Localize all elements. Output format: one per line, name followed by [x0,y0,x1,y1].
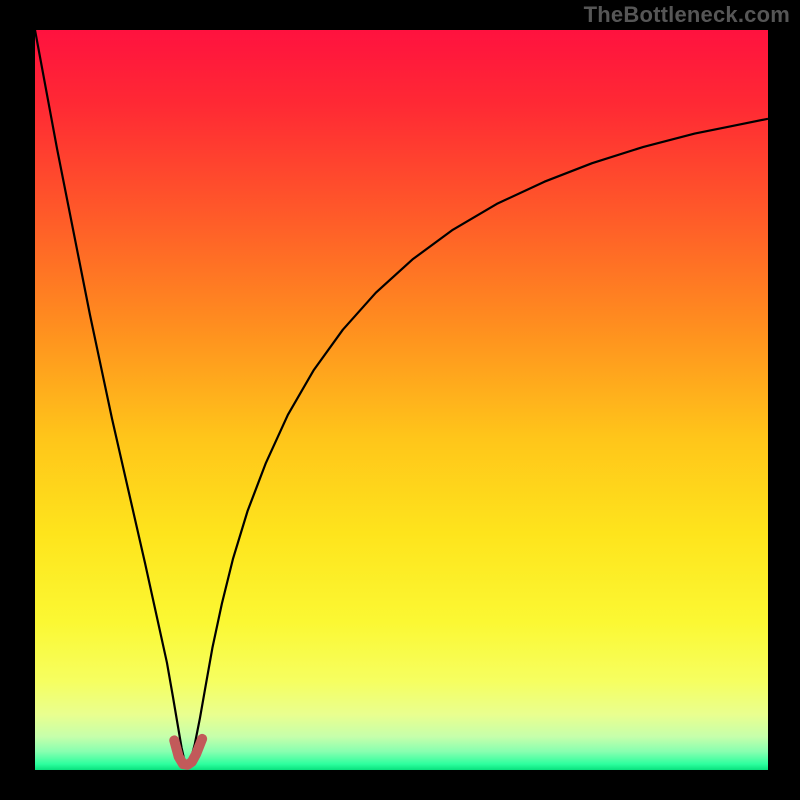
gradient-background [35,30,768,770]
attribution-text: TheBottleneck.com [584,2,790,28]
chart-svg [35,30,768,770]
plot-area [35,30,768,770]
chart-frame: TheBottleneck.com [0,0,800,800]
